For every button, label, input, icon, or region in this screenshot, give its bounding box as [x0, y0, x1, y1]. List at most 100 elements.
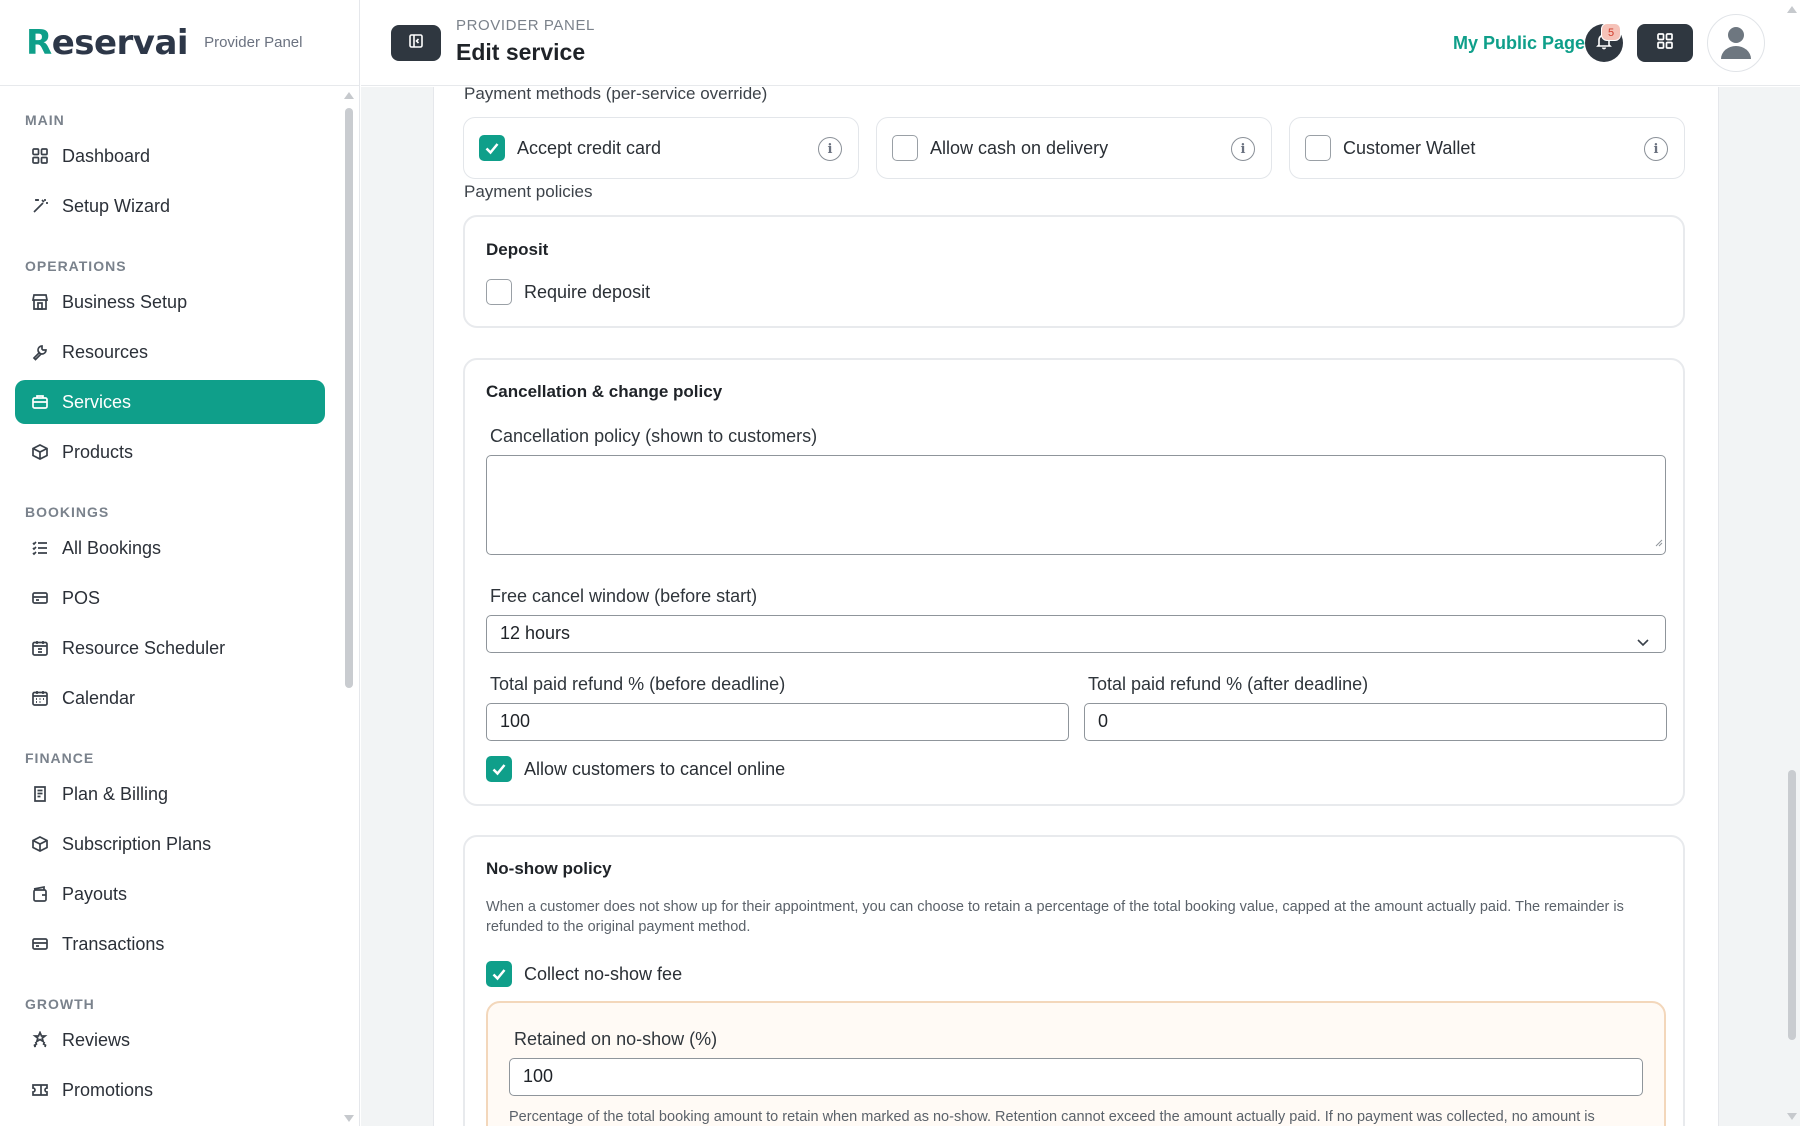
card-icon [30, 934, 50, 954]
logo-rest: eservai [51, 22, 189, 63]
cancellation-policy-textarea[interactable] [486, 455, 1666, 555]
allow-online-cancel-checkbox[interactable] [486, 756, 512, 782]
refund-after-label: Total paid refund % (after deadline) [1088, 674, 1369, 694]
allow-online-cancel-row[interactable]: Allow customers to cancel online [486, 756, 785, 782]
page-title: Edit service [456, 39, 586, 65]
sidebar: Reservai Provider Panel MAIN Dashboard S… [0, 0, 360, 1126]
wallet-icon [30, 884, 50, 904]
sidebar-item-subscription-plans[interactable]: Subscription Plans [15, 822, 325, 866]
sidebar-item-dashboard[interactable]: Dashboard [15, 134, 325, 178]
sidebar-item-reviews[interactable]: Reviews [15, 1018, 325, 1062]
main-scrollbar[interactable] [1786, 0, 1798, 1126]
no-show-title: No-show policy [486, 859, 612, 878]
ticket-icon [30, 1080, 50, 1100]
sidebar-item-products[interactable]: Products [15, 430, 325, 474]
grid-icon [1656, 32, 1674, 55]
nav-section-growth: GROWTH [25, 996, 95, 1012]
sidebar-item-payouts[interactable]: Payouts [15, 872, 325, 916]
logo[interactable]: Reservai [26, 22, 189, 63]
sidebar-item-resource-scheduler[interactable]: Resource Scheduler [15, 626, 325, 670]
require-deposit-label: Require deposit [524, 281, 651, 302]
apps-button[interactable] [1637, 24, 1693, 62]
briefcase-icon [30, 392, 50, 412]
retained-label: Retained on no-show (%) [514, 1029, 718, 1049]
sidebar-item-calendar[interactable]: Calendar [15, 676, 325, 720]
nav-section-finance: FINANCE [25, 750, 95, 766]
sidebar-toggle-button[interactable] [391, 25, 441, 61]
brand-bar: Reservai Provider Panel [0, 0, 359, 86]
sidebar-item-promotions[interactable]: Promotions [15, 1068, 325, 1112]
sidebar-item-label: Resource Scheduler [62, 637, 226, 658]
box-icon [30, 834, 50, 854]
user-icon [1716, 21, 1756, 66]
sidebar-item-label: POS [62, 587, 101, 608]
sidebar-item-pos[interactable]: POS [15, 576, 325, 620]
sidebar-item-label: Promotions [62, 1079, 154, 1100]
free-cancel-window-select[interactable]: 12 hours [486, 615, 1666, 653]
sidebar-item-label: Payouts [62, 883, 128, 904]
user-avatar[interactable] [1707, 14, 1765, 72]
sidebar-item-label: Calendar [62, 687, 136, 708]
scroll-down-arrow[interactable] [1787, 1113, 1797, 1120]
sidebar-item-all-bookings[interactable]: All Bookings [15, 526, 325, 570]
require-deposit-checkbox[interactable] [486, 279, 512, 305]
customer-wallet-checkbox[interactable] [1305, 135, 1331, 161]
retained-help-text: Percentage of the total booking amount t… [509, 1109, 1595, 1125]
scroll-up-arrow[interactable] [344, 92, 354, 99]
calendar-icon [30, 688, 50, 708]
info-icon[interactable]: i [818, 137, 842, 161]
payment-policies-label: Payment policies [464, 182, 593, 201]
sidebar-item-transactions[interactable]: Transactions [15, 922, 325, 966]
scroll-down-arrow[interactable] [344, 1115, 354, 1122]
sidebar-item-setup-wizard[interactable]: Setup Wizard [15, 184, 325, 228]
store-icon [30, 292, 50, 312]
stars-icon [30, 1030, 50, 1050]
payment-method-credit-card[interactable]: Accept credit card i [463, 117, 859, 179]
sidebar-item-plan-billing[interactable]: Plan & Billing [15, 772, 325, 816]
no-show-panel: No-show policy When a customer does not … [463, 835, 1685, 1126]
my-public-page-link[interactable]: My Public Page [1453, 33, 1585, 54]
sidebar-scrollbar[interactable] [344, 92, 354, 1122]
edit-service-form: Payment methods (per-service override) A… [433, 87, 1719, 1126]
free-cancel-window-label: Free cancel window (before start) [490, 586, 758, 606]
require-deposit-row[interactable]: Require deposit [486, 279, 650, 305]
sidebar-item-resources[interactable]: Resources [15, 330, 325, 374]
breadcrumb: PROVIDER PANEL [456, 17, 595, 34]
logo-initial: R [26, 22, 52, 63]
grid-icon [30, 146, 50, 166]
nav-section-main: MAIN [25, 112, 65, 128]
sidebar-item-label: Setup Wizard [62, 195, 171, 216]
collect-no-show-fee-checkbox[interactable] [486, 961, 512, 987]
collect-no-show-fee-row[interactable]: Collect no-show fee [486, 961, 682, 987]
wrench-icon [30, 342, 50, 362]
cancellation-policy-label: Cancellation policy (shown to customers) [490, 426, 818, 446]
calendar-clock-icon [30, 638, 50, 658]
sidebar-item-label: All Bookings [62, 537, 162, 558]
customer-wallet-label: Customer Wallet [1343, 137, 1476, 158]
info-icon[interactable]: i [1231, 137, 1255, 161]
retained-on-no-show-box: Retained on no-show (%) 100 Percentage o… [486, 1001, 1666, 1126]
chevron-down-icon [1635, 627, 1651, 662]
payment-method-cash-on-delivery[interactable]: Allow cash on delivery i [876, 117, 1272, 179]
sidebar-item-business-setup[interactable]: Business Setup [15, 280, 325, 324]
main-content: Payment methods (per-service override) A… [361, 87, 1800, 1126]
credit-card-checkbox[interactable] [479, 135, 505, 161]
nav-section-bookings: BOOKINGS [25, 504, 110, 520]
list-check-icon [30, 538, 50, 558]
nav-section-operations: OPERATIONS [25, 258, 127, 274]
sidebar-item-services[interactable]: Services [15, 380, 325, 424]
sidebar-toggle-icon [408, 33, 424, 54]
refund-after-input[interactable]: 0 [1084, 703, 1667, 741]
sidebar-item-label: Resources [62, 341, 149, 362]
scroll-thumb[interactable] [1788, 770, 1796, 1040]
scroll-thumb[interactable] [345, 108, 353, 688]
scroll-up-arrow[interactable] [1787, 6, 1797, 13]
free-cancel-window-value: 12 hours [500, 623, 571, 643]
cash-on-delivery-label: Allow cash on delivery [930, 137, 1109, 158]
info-icon[interactable]: i [1644, 137, 1668, 161]
sidebar-item-label: Plan & Billing [62, 783, 169, 804]
payment-method-customer-wallet[interactable]: Customer Wallet i [1289, 117, 1685, 179]
refund-before-input[interactable]: 100 [486, 703, 1069, 741]
retained-input[interactable]: 100 [509, 1058, 1643, 1096]
cash-on-delivery-checkbox[interactable] [892, 135, 918, 161]
